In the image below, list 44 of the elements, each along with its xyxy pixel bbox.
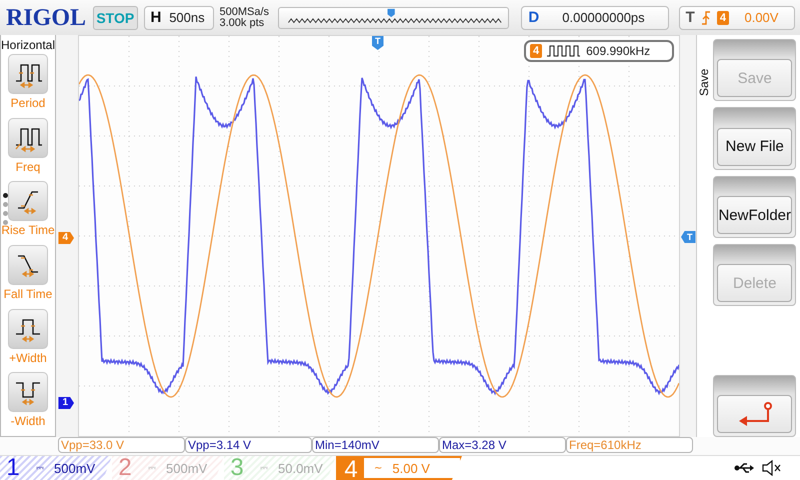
menu-title: Horizontal (1, 37, 56, 54)
square-wave-icon (547, 45, 582, 57)
coupling-symbol: ⎓ (260, 462, 268, 474)
menu-label: Save (697, 67, 712, 98)
brand-logo: RIGOL (5, 4, 88, 32)
channel-tab[interactable]: 2 ⎓ 500mV (112, 456, 224, 480)
coupling-symbol: ~ (374, 462, 382, 474)
channel-tab[interactable]: 1 ⎓ 500mV (0, 456, 112, 480)
channel-number: 2 (117, 456, 133, 480)
measurement-value: Freq=610kHz (566, 437, 693, 453)
trigger-position-marker: T (372, 36, 384, 50)
vertical-scale: 5.00 V (392, 460, 430, 476)
return-button[interactable] (713, 374, 796, 437)
channel-number: 3 (229, 456, 245, 480)
measure-item[interactable]: Rise Time (1, 181, 55, 246)
trigger-level-marker: T (681, 231, 696, 243)
channel-tab[interactable]: 3 ⎓ 50.0mV (224, 456, 336, 480)
vertical-scale: 500mV (166, 460, 208, 476)
channel-number: 4 (338, 458, 364, 478)
speaker-muted-icon (762, 460, 782, 476)
usb-icon (734, 462, 754, 474)
frequency-counter: 4 609.990kHz (524, 40, 674, 62)
rising-edge-icon (700, 10, 711, 24)
coupling-symbol: ⎓ (148, 462, 156, 474)
measurement-value: Min=140mV (312, 437, 439, 453)
delay-field[interactable]: D 0.00000000ps (521, 6, 669, 30)
channel-marker: 4 (58, 232, 74, 244)
trigger-field[interactable]: T 4 0.00V (678, 6, 795, 30)
softkey-button[interactable]: New File (713, 107, 796, 170)
channel-tab[interactable]: 4 ~ 5.00 V (336, 456, 462, 480)
vertical-scale: 500mV (54, 460, 96, 476)
coupling-symbol: ⎓ (36, 462, 44, 474)
run-stop-status[interactable]: STOP (93, 6, 138, 30)
trigger-source-badge: 4 (716, 10, 729, 24)
vertical-scale: 50.0mV (278, 460, 323, 476)
channel-marker: 1 (58, 397, 74, 409)
memory-depth: 3.00k pts (220, 18, 266, 28)
sample-rate: 500MSa/s (220, 6, 270, 18)
measurement-value: Vpp=33.0 V (58, 437, 185, 453)
measurement-value: Vpp=3.14 V (185, 437, 312, 453)
softkey-button[interactable]: NewFolder (713, 176, 796, 238)
measurement-value: Max=3.28 V (439, 437, 566, 453)
timebase-field[interactable]: H 500ns (144, 6, 214, 30)
channel-number: 1 (5, 456, 21, 480)
